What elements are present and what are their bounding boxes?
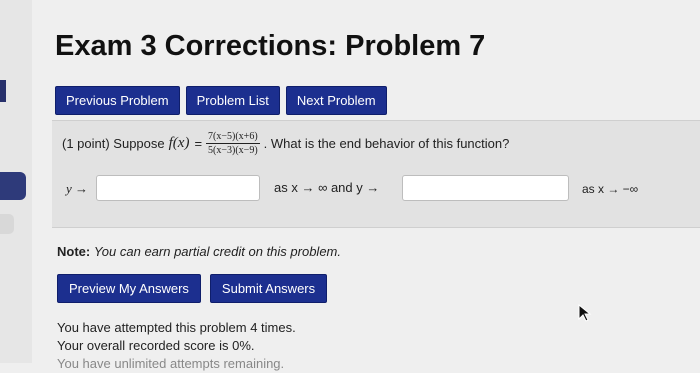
- middle-condition-text: as x → ∞ and y →: [274, 180, 380, 195]
- attempts-text: You have attempted this problem 4 times.: [57, 320, 296, 335]
- note-label: Note:: [57, 244, 91, 259]
- page-title: Exam 3 Corrections: Problem 7: [55, 30, 486, 62]
- next-problem-button[interactable]: Next Problem: [285, 86, 387, 115]
- sidebar-tab[interactable]: [0, 172, 26, 200]
- attempt-info: You have attempted this problem 4 times.…: [57, 319, 296, 373]
- fraction-numerator: 7(x−5)(x+6): [206, 131, 260, 144]
- problem-navigation: Previous Problem Problem List Next Probl…: [55, 86, 387, 115]
- answer-actions: Preview My Answers Submit Answers: [57, 274, 328, 303]
- problem-points-label: (1 point) Suppose: [62, 136, 165, 151]
- answer-row: y → as x → ∞ and y → as x → −∞: [62, 174, 692, 204]
- function-fraction: 7(x−5)(x+6) 5(x−3)(x−9): [206, 131, 260, 156]
- problem-list-button[interactable]: Problem List: [185, 86, 280, 115]
- end-condition-text: as x → −∞: [582, 182, 639, 196]
- answer-input-x-to-neg-infinity[interactable]: [402, 175, 569, 201]
- note-text: You can earn partial credit on this prob…: [93, 244, 341, 259]
- sidebar-active-marker: [0, 80, 6, 102]
- equals-sign: =: [194, 136, 203, 151]
- problem-panel: (1 point) Suppose f(x) = 7(x−5)(x+6) 5(x…: [52, 120, 700, 228]
- previous-problem-button[interactable]: Previous Problem: [55, 86, 180, 115]
- answer-input-x-to-infinity[interactable]: [96, 175, 260, 201]
- submit-answers-button[interactable]: Submit Answers: [209, 274, 328, 303]
- sidebar-tab-secondary[interactable]: [0, 214, 14, 234]
- mouse-cursor-icon: [578, 304, 592, 322]
- problem-question: . What is the end behavior of this funct…: [263, 136, 510, 151]
- fraction-denominator: 5(x−3)(x−9): [208, 145, 258, 156]
- preview-answers-button[interactable]: Preview My Answers: [57, 274, 201, 303]
- remaining-attempts-text: You have unlimited attempts remaining.: [57, 356, 285, 371]
- score-text: Your overall recorded score is 0%.: [57, 338, 255, 353]
- y-arrow-label: y →: [66, 181, 89, 196]
- problem-statement: (1 point) Suppose f(x) = 7(x−5)(x+6) 5(x…: [62, 131, 509, 156]
- function-name: f(x): [168, 135, 190, 151]
- partial-credit-note: Note: You can earn partial credit on thi…: [57, 244, 341, 259]
